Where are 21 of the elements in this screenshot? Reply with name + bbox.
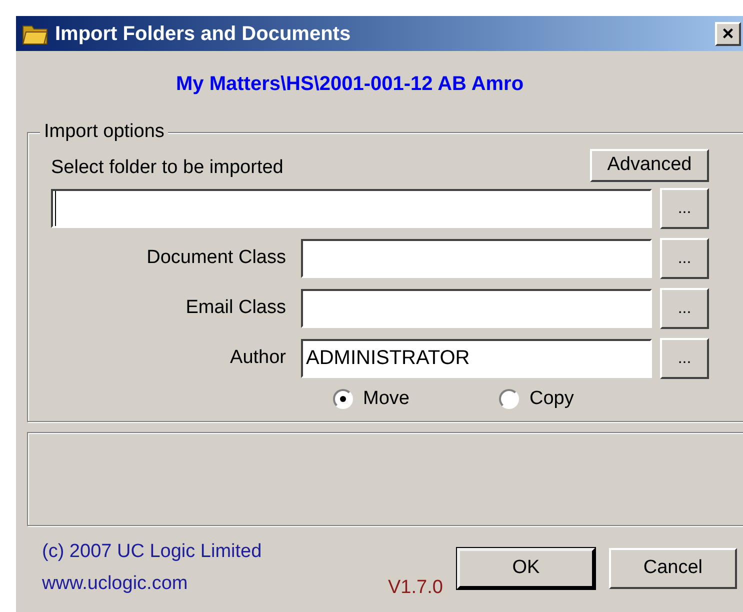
- browse-button[interactable]: ...: [660, 338, 709, 379]
- version-text: V1.7.0: [388, 576, 443, 600]
- matter-path: My Matters\HS\2001-001-12 AB Amro: [176, 72, 525, 97]
- group-legend: Import options: [40, 121, 168, 143]
- close-button[interactable]: ×: [715, 22, 741, 46]
- input-field[interactable]: ADMINISTRATOR: [301, 339, 652, 378]
- dialog-button[interactable]: Cancel: [608, 548, 737, 589]
- field-label: Document Class: [146, 246, 287, 270]
- radio-label: Copy: [529, 387, 574, 411]
- browse-button[interactable]: ...: [660, 288, 709, 329]
- advanced-button[interactable]: Advanced: [590, 149, 709, 182]
- copyright-text: (c) 2007 UC Logic Limited: [42, 540, 263, 564]
- browse-button[interactable]: ...: [660, 188, 709, 229]
- dialog-button[interactable]: OK: [456, 548, 595, 589]
- field-label: Author: [229, 346, 287, 370]
- field-label: Email Class: [184, 296, 287, 320]
- field-label: Select folder to be imported: [51, 156, 284, 180]
- browse-button[interactable]: ...: [660, 238, 709, 279]
- window-title: Import Folders and Documents: [55, 22, 352, 46]
- radio-label: Move: [363, 387, 410, 411]
- website-link[interactable]: www.uclogic.com: [42, 568, 388, 600]
